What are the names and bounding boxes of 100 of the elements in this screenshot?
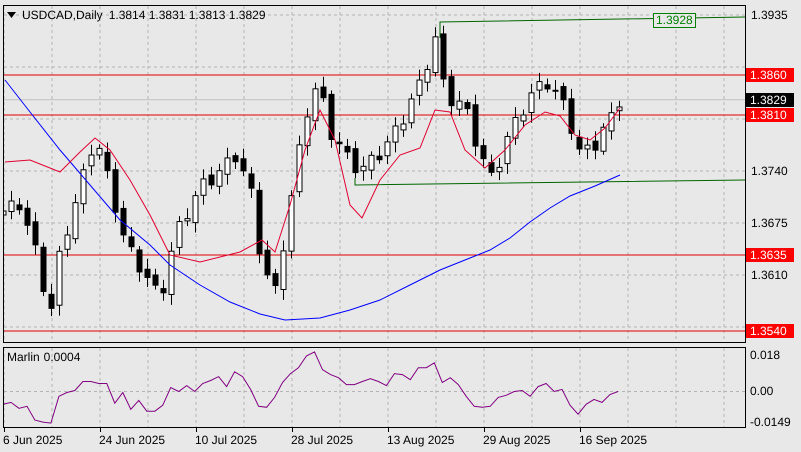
candlestick [488, 154, 494, 177]
candlestick [472, 94, 478, 157]
candlestick [496, 157, 502, 181]
candlestick [200, 168, 206, 206]
candlestick [400, 114, 406, 138]
candlestick [16, 197, 22, 216]
candlestick [608, 102, 614, 140]
level-price-tag: 1.3635 [746, 248, 794, 262]
caret-icon[interactable] [7, 12, 16, 18]
candlestick [88, 144, 94, 176]
candlestick [288, 190, 294, 259]
candlestick [136, 245, 142, 282]
level-price-tag: 1.3540 [746, 324, 794, 338]
candlestick [504, 131, 510, 174]
price-annotation: 1.3928 [653, 12, 696, 28]
candlestick [376, 145, 382, 164]
current-price-tag: 1.3829 [746, 92, 794, 107]
candlestick [384, 135, 390, 165]
candlestick [80, 163, 86, 214]
candlestick [416, 69, 422, 106]
date-label: 10 Jul 2025 [195, 433, 258, 447]
candlestick [120, 200, 126, 243]
candlestick [392, 116, 398, 153]
candlestick [104, 142, 110, 179]
candlestick [368, 150, 374, 180]
date-label: 13 Aug 2025 [387, 433, 454, 447]
candlestick [152, 268, 158, 290]
candlestick [584, 137, 590, 160]
candlestick [296, 135, 302, 198]
candlestick [360, 156, 366, 182]
candlestick [48, 283, 54, 317]
indicator-name: Marlin [7, 350, 40, 364]
level-price-tag: 1.3810 [746, 108, 794, 122]
candlestick [408, 92, 414, 129]
indicator-scale-label: 0.00 [750, 384, 774, 398]
candlestick [432, 26, 438, 77]
candlestick [208, 166, 214, 190]
ohlc-values: 1.3814 1.3831 1.3813 1.3829 [108, 8, 266, 22]
symbol-title: USDCAD,Daily [22, 8, 103, 22]
candlestick [248, 166, 254, 199]
candlestick [24, 200, 30, 236]
candlestick [264, 240, 270, 280]
candlestick [280, 240, 286, 300]
candlestick [576, 129, 582, 156]
indicator-scale-label: 0.018 [750, 348, 780, 362]
candlestick [168, 242, 174, 306]
indicator-value: 0.0004 [44, 350, 80, 364]
candlestick [176, 216, 182, 256]
candlestick [312, 82, 318, 131]
price-label: 1.3610 [751, 268, 788, 282]
candlestick [424, 64, 430, 92]
candlestick [528, 83, 534, 124]
price-label: 1.3675 [751, 216, 788, 230]
candlestick [352, 140, 358, 179]
date-label: 28 Jul 2025 [291, 433, 354, 447]
candlestick [32, 212, 38, 255]
date-label: 6 Jun 2025 [3, 433, 62, 447]
candlestick [272, 268, 278, 294]
candlestick [544, 78, 550, 94]
candlestick [160, 279, 166, 302]
candlestick [464, 98, 470, 115]
level-price-tag: 1.3860 [746, 68, 794, 82]
candlestick [520, 109, 526, 128]
date-label: 16 Sep 2025 [579, 433, 648, 447]
candlestick [40, 242, 46, 297]
candlestick [448, 69, 454, 116]
candlestick [560, 82, 566, 111]
candlestick [456, 90, 462, 117]
candlestick [616, 100, 622, 122]
candlestick [336, 132, 342, 155]
candlestick [112, 162, 118, 224]
candlestick [56, 245, 62, 316]
candlestick [600, 122, 606, 156]
price-label: 1.3740 [751, 164, 788, 178]
candlestick [8, 190, 14, 220]
candlestick [96, 144, 102, 160]
candlestick [512, 106, 518, 146]
candlestick [552, 79, 558, 100]
candlestick [240, 148, 246, 177]
candlestick [184, 208, 190, 227]
candlestick [224, 147, 230, 186]
candlestick [344, 138, 350, 160]
candlestick [72, 193, 78, 244]
date-label: 29 Aug 2025 [483, 433, 550, 447]
candlestick [216, 163, 222, 195]
candlestick [320, 76, 326, 102]
candlestick [144, 258, 150, 288]
candlestick [592, 130, 598, 160]
candlestick [568, 88, 574, 140]
indicator-scale-label: -0.0149 [750, 414, 791, 429]
date-label: 24 Jun 2025 [99, 433, 166, 447]
candlestick [536, 72, 542, 100]
candlestick [480, 138, 486, 168]
candlestick [64, 225, 70, 258]
price-label: 1.3935 [751, 8, 788, 22]
candlestick [232, 152, 238, 170]
candlestick [128, 226, 134, 252]
candlestick [440, 25, 446, 88]
candlestick [304, 108, 310, 156]
candlestick [192, 190, 198, 233]
